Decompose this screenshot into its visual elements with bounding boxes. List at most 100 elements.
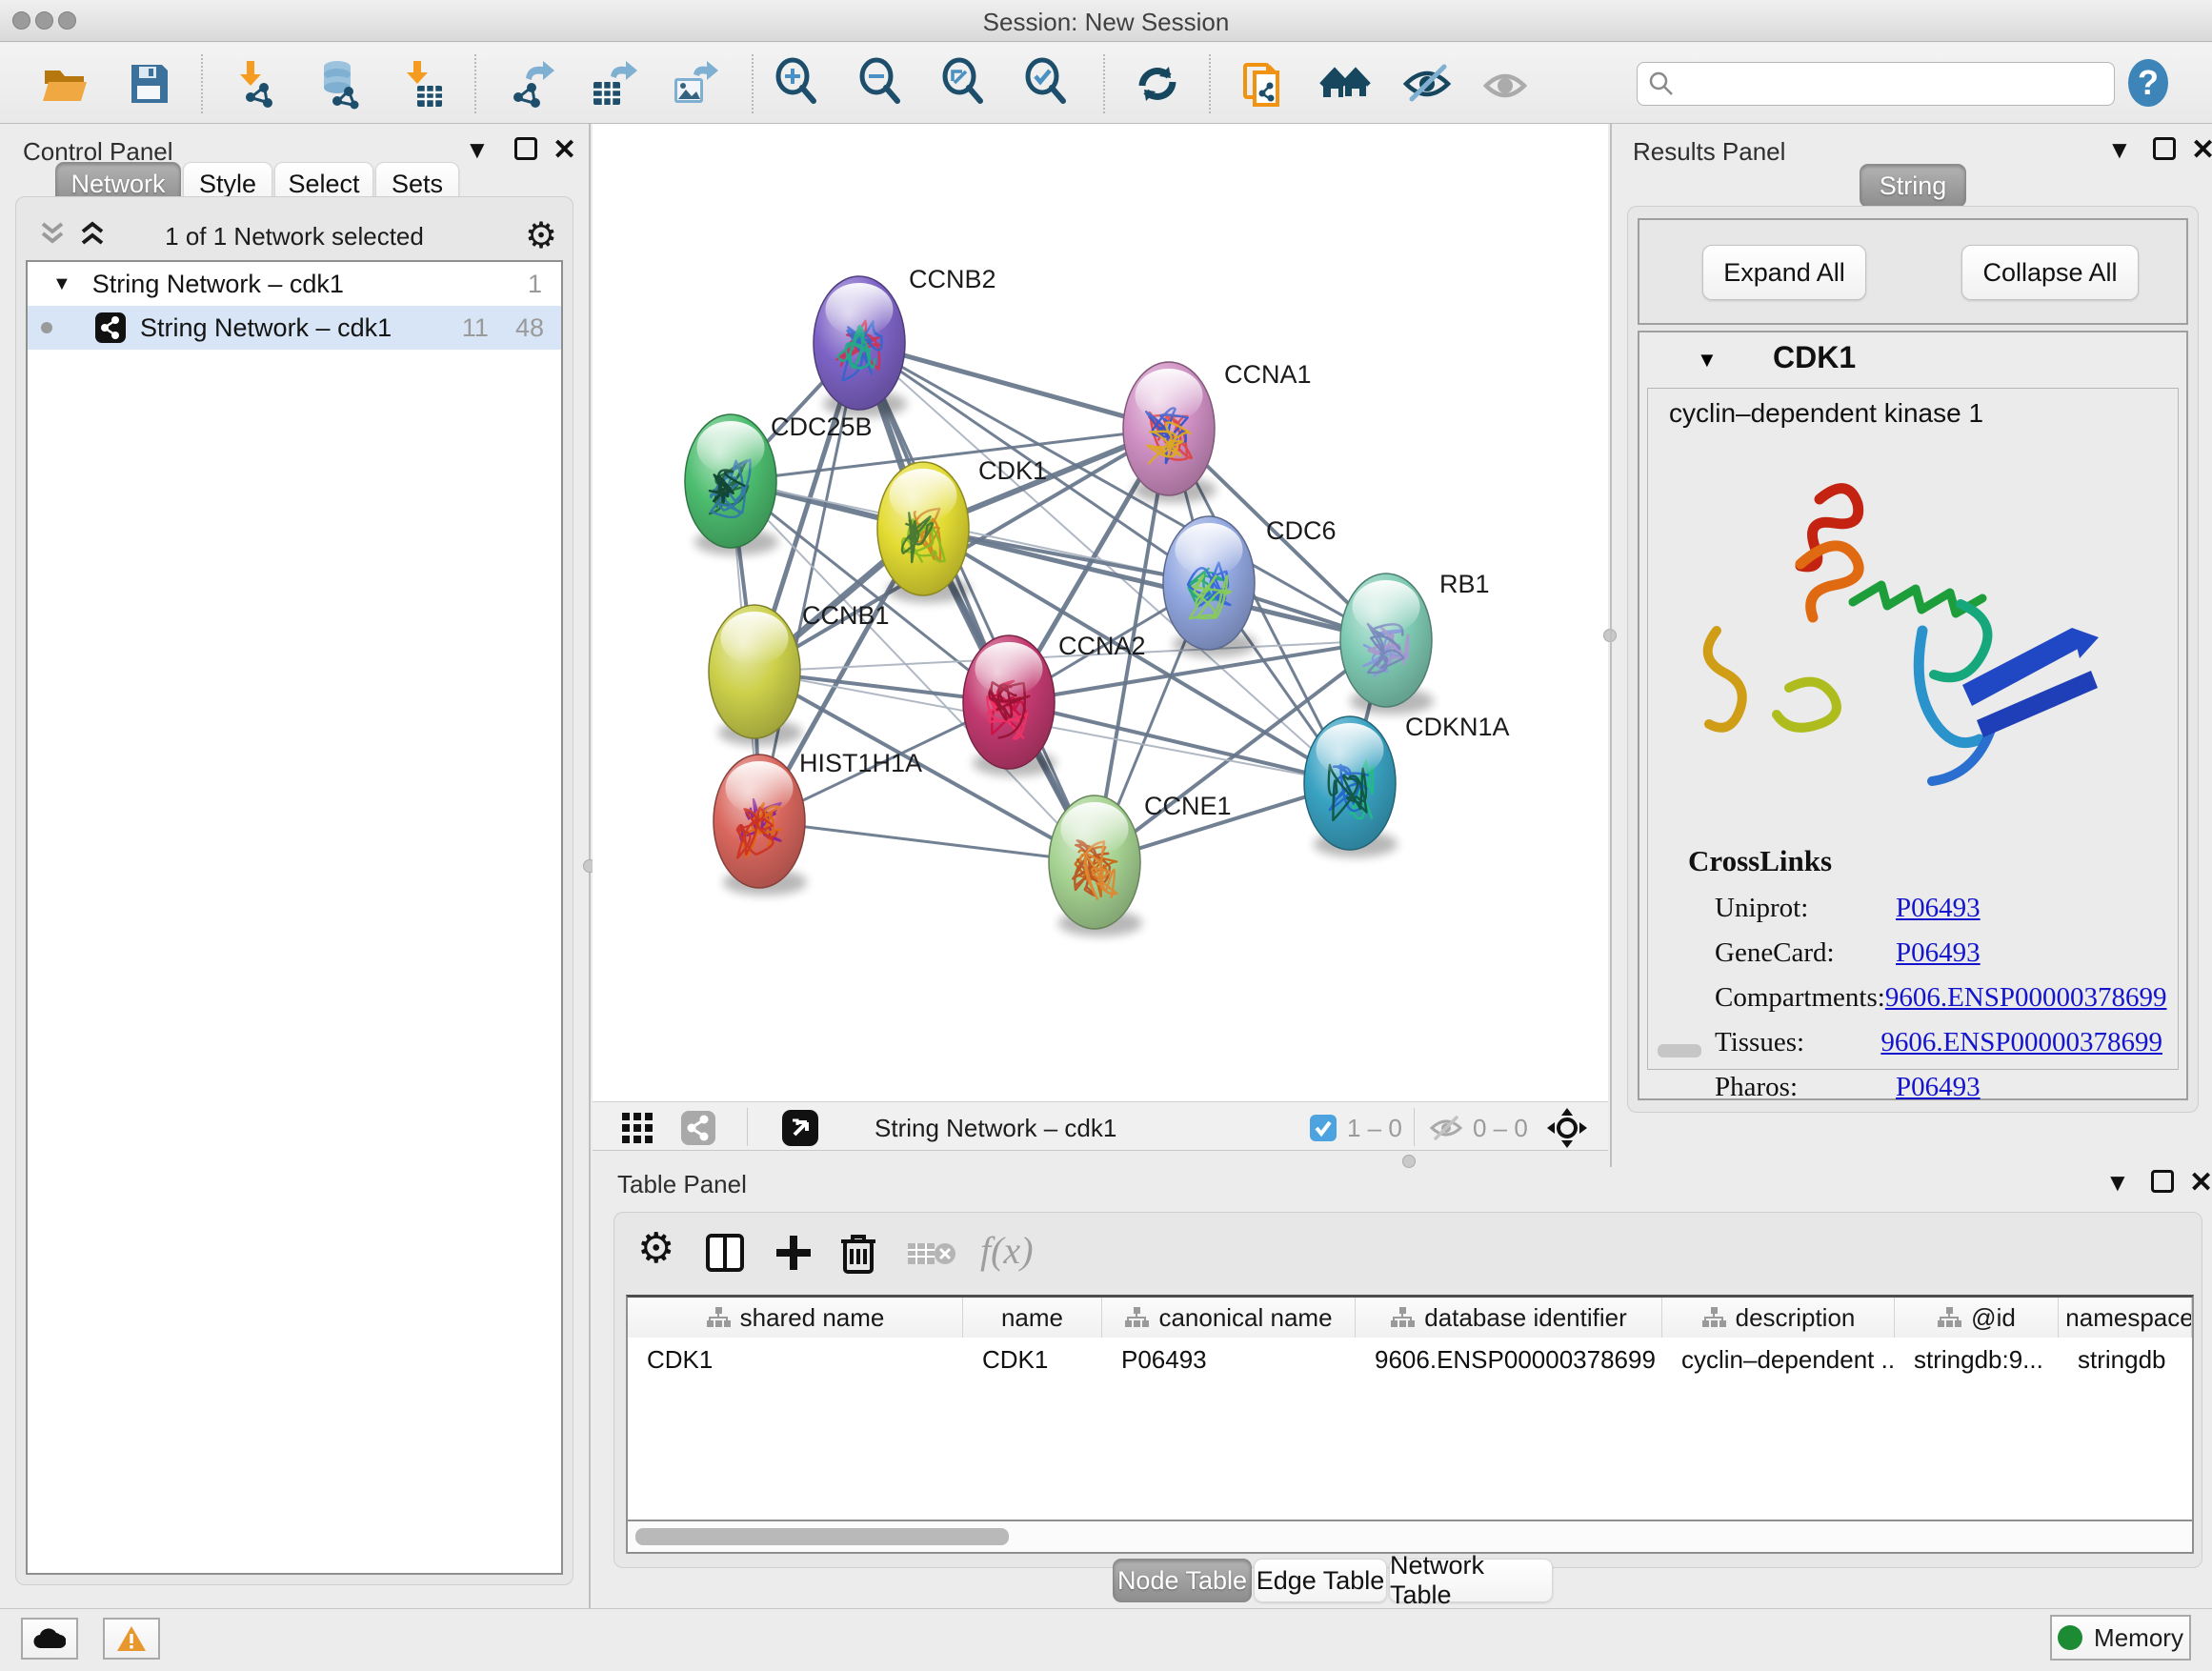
node-CDKN1A[interactable] [1304, 716, 1398, 857]
network-view[interactable]: CCNB2CCNA1CDC25BCDK1CDC6RB1CCNB1CCNA2CDK… [593, 124, 1608, 1101]
open-in-window-icon[interactable] [781, 1109, 819, 1147]
table-panel-collapse-icon[interactable]: ▼ [2105, 1168, 2130, 1198]
network-row[interactable]: String Network – cdk1 11 48 [28, 306, 561, 350]
save-session-icon[interactable] [122, 57, 175, 111]
column-header-description[interactable]: description [1662, 1298, 1895, 1338]
crosslink-value-link[interactable]: 9606.ENSP00000378699 [1880, 1027, 2162, 1058]
protein-structure-image [1677, 442, 2134, 823]
table-options-gear-icon[interactable]: ⚙ [637, 1224, 674, 1273]
results-panel-close-icon[interactable]: ✕ [2191, 133, 2212, 167]
crosslink-value-link[interactable]: P06493 [1896, 893, 1981, 924]
node-CDC25B[interactable] [685, 414, 778, 555]
navbar-separator [1414, 1108, 1415, 1146]
memory-button[interactable]: Memory [2050, 1615, 2191, 1661]
column-header-@id[interactable]: @id [1895, 1298, 2059, 1338]
gene-expander-icon[interactable]: ▼ [1697, 348, 1718, 372]
zoom-selected-icon[interactable] [1021, 57, 1075, 111]
network-options-gear-icon[interactable]: ⚙ [525, 214, 557, 257]
refresh-icon[interactable] [1131, 57, 1184, 111]
node-label-CCNA1: CCNA1 [1224, 360, 1312, 389]
collection-expander-icon[interactable]: ▼ [52, 273, 71, 295]
node-label-CCNB2: CCNB2 [909, 265, 996, 293]
node-label-CDC25B: CDC25B [771, 413, 873, 441]
cloud-button[interactable] [21, 1618, 78, 1660]
network-canvas[interactable]: CCNB2CCNA1CDC25BCDK1CDC6RB1CCNB1CCNA2CDK… [593, 124, 1608, 1101]
toolbar-separator [752, 54, 754, 113]
export-table-icon[interactable] [586, 57, 639, 111]
string-results-groupbox: Expand All Collapse All ▼ CDK1 cyclin–de… [1627, 206, 2199, 1113]
column-header-database-identifier[interactable]: database identifier [1356, 1298, 1662, 1338]
node-HIST1H1A[interactable] [714, 755, 807, 896]
clone-network-icon[interactable] [1237, 57, 1291, 111]
hide-selected-icon[interactable] [1400, 57, 1454, 111]
column-header-canonical-name[interactable]: canonical name [1102, 1298, 1356, 1338]
tab-network-table[interactable]: Network Table [1389, 1559, 1553, 1602]
table-panel-float-icon[interactable] [2151, 1170, 2174, 1193]
crosslink-value-link[interactable]: P06493 [1896, 1072, 1981, 1103]
edge-HIST1H1A-CCNE1[interactable] [759, 821, 1095, 862]
toolbar-separator [1209, 54, 1211, 113]
open-session-icon[interactable] [39, 57, 92, 111]
control-panel-collapse-icon[interactable]: ▼ [465, 135, 490, 165]
table-cell: 9606.ENSP00000378699 [1356, 1338, 1662, 1381]
results-panel-float-icon[interactable] [2153, 137, 2176, 160]
create-column-icon[interactable] [773, 1232, 814, 1274]
import-network-database-icon[interactable] [312, 57, 366, 111]
edge-CCNA2-CDKN1A[interactable] [1009, 702, 1350, 783]
node-CCNE1[interactable] [1049, 795, 1142, 936]
tab-string[interactable]: String [1860, 164, 1966, 208]
node-CDC6[interactable] [1163, 516, 1257, 657]
expand-all-button[interactable]: Expand All [1702, 245, 1866, 300]
zoom-out-icon[interactable] [855, 57, 909, 111]
zoom-fit-icon[interactable] [938, 57, 992, 111]
help-icon[interactable]: ? [2126, 58, 2170, 108]
node-CCNA2[interactable] [963, 635, 1056, 776]
zoom-in-icon[interactable] [772, 57, 825, 111]
node-CCNB2[interactable] [814, 276, 907, 417]
collapse-all-button[interactable]: Collapse All [1961, 245, 2139, 300]
first-neighbors-icon[interactable] [1319, 57, 1373, 111]
table-panel-close-icon[interactable]: ✕ [2189, 1166, 2212, 1199]
tab-edge-table[interactable]: Edge Table [1254, 1559, 1387, 1602]
export-network-icon[interactable] [503, 57, 556, 111]
selected-checkbox-icon[interactable] [1309, 1114, 1337, 1142]
column-header-namespace[interactable]: namespace [2059, 1298, 2192, 1338]
table-hscroll-thumb[interactable] [635, 1528, 1009, 1545]
node-CCNB1[interactable] [709, 605, 802, 746]
crosslink-value-link[interactable]: 9606.ENSP00000378699 [1885, 982, 2167, 1014]
crosslink-label: Compartments: [1715, 982, 1885, 1014]
gene-title: CDK1 [1773, 340, 1856, 375]
node-label-HIST1H1A: HIST1H1A [799, 749, 922, 777]
column-header-shared-name[interactable]: shared name [628, 1298, 963, 1338]
search-icon [1647, 70, 1676, 98]
crosslink-value-link[interactable]: P06493 [1896, 937, 1981, 969]
results-panel-collapse-icon[interactable]: ▼ [2107, 135, 2132, 165]
node-RB1[interactable] [1340, 574, 1434, 715]
control-panel-close-icon[interactable]: ✕ [553, 133, 576, 167]
hidden-eye-slash-icon[interactable] [1429, 1114, 1463, 1142]
grid-view-icon[interactable] [621, 1112, 654, 1144]
table-row[interactable]: CDK1CDK1P064939606.ENSP00000378699cyclin… [628, 1338, 2192, 1381]
warnings-button[interactable] [103, 1618, 160, 1660]
edge-CCNB2-CCNE1[interactable] [859, 343, 1095, 862]
search-input[interactable] [1676, 70, 2095, 99]
toolbar-separator [201, 54, 203, 113]
network-share-icon[interactable] [680, 1110, 716, 1146]
delete-column-icon[interactable] [837, 1230, 879, 1276]
network-edge-count: 48 [515, 313, 544, 343]
function-builder-icon: f(x) [980, 1228, 1034, 1273]
export-image-icon[interactable] [667, 57, 720, 111]
show-all-icon-disabled[interactable] [1478, 57, 1532, 111]
collection-count: 1 [528, 270, 542, 299]
control-panel-float-icon[interactable] [514, 137, 537, 160]
column-header-name[interactable]: name [963, 1298, 1102, 1338]
import-network-file-icon[interactable] [230, 57, 283, 111]
birds-eye-view-icon[interactable] [1545, 1106, 1589, 1150]
results-panel-title: Results Panel [1633, 137, 1785, 167]
network-collection-row[interactable]: ▼ String Network – cdk1 1 [28, 262, 561, 306]
show-columns-icon[interactable] [704, 1232, 746, 1274]
import-table-file-icon[interactable] [396, 57, 450, 111]
gene-detail-box: cyclin–dependent kinase 1 [1647, 388, 2179, 1070]
tab-node-table[interactable]: Node Table [1113, 1559, 1252, 1602]
results-hscroll-thumb[interactable] [1658, 1044, 1701, 1057]
